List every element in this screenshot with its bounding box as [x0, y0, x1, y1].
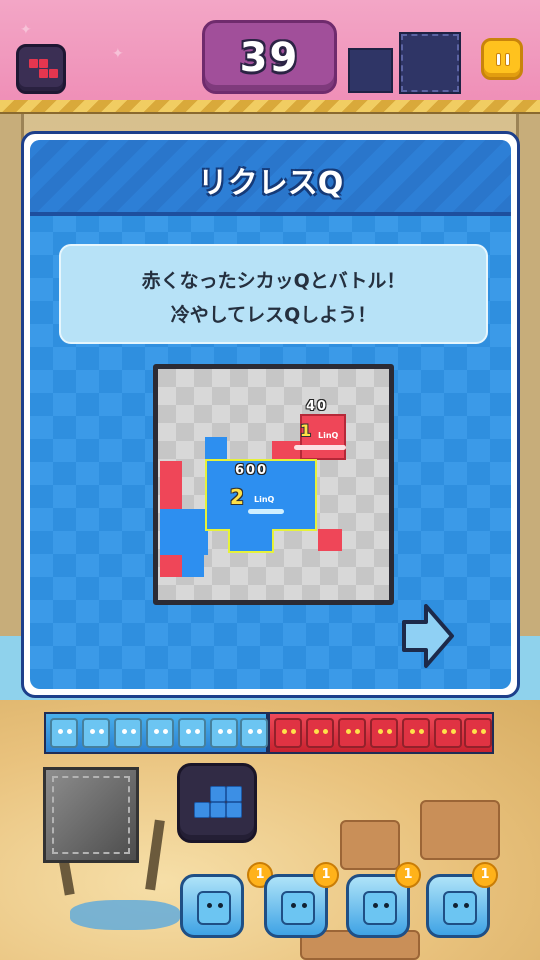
- sparkle-icon: ✦: [112, 46, 124, 62]
- character-icon: [363, 891, 397, 925]
- red-rank: 1: [300, 421, 312, 440]
- blue-gauge: [248, 509, 284, 514]
- modal-body: リクレスQ 赤くなったシカッQとバトル！ 冷やしてレスQしよう！ 600 2 L…: [30, 140, 511, 689]
- modal-header: リクレスQ: [30, 140, 511, 216]
- red-score: 40: [306, 399, 329, 414]
- piece-slot-empty: [399, 32, 461, 94]
- blue-character-icon: [178, 718, 206, 748]
- red-character-icon: [338, 718, 366, 748]
- description-box: 赤くなったシカッQとバトル！ 冷やしてレスQしよう！: [59, 244, 488, 344]
- red-gauge: [294, 445, 346, 450]
- block-cell: [29, 59, 38, 68]
- block-cell: [39, 59, 48, 68]
- character-icon: [443, 891, 477, 925]
- character-icon: [281, 891, 315, 925]
- blue-rank: 2: [230, 485, 244, 509]
- blue-character-icon: [82, 718, 110, 748]
- description-line: 赤くなったシカッQとバトル！: [141, 270, 406, 292]
- block-cell: [226, 786, 242, 802]
- red-block: [160, 555, 182, 577]
- arrow-right-icon[interactable]: [400, 602, 456, 670]
- counter-value: 39: [239, 35, 300, 81]
- red-character-icon: [402, 718, 430, 748]
- blue-character-icon: [50, 718, 78, 748]
- block-cell: [49, 69, 58, 78]
- blue-character-icon: [146, 718, 174, 748]
- hud-gold-rim: [0, 100, 540, 114]
- blue-score: 600: [235, 463, 269, 478]
- red-block: [318, 529, 342, 551]
- pause-icon: [505, 53, 510, 66]
- next-piece-box[interactable]: [177, 763, 257, 843]
- blue-character-icon: [114, 718, 142, 748]
- block-cell: [210, 802, 226, 818]
- ruin-rock: [420, 800, 500, 860]
- red-tag: LinQ: [318, 431, 339, 440]
- hold-piece-box[interactable]: [43, 767, 139, 863]
- blue-character-icon: [210, 718, 238, 748]
- red-character-icon: [306, 718, 334, 748]
- red-character-icon: [434, 718, 462, 748]
- skill-badge: 1: [395, 862, 421, 888]
- skill-badge: 1: [313, 862, 339, 888]
- block-cell: [39, 69, 48, 78]
- block-cell: [210, 786, 226, 802]
- block-cell: [226, 802, 242, 818]
- description-line: 冷やしてレスQしよう！: [170, 304, 377, 326]
- piece-slot: [348, 48, 393, 93]
- move-counter: 39: [202, 20, 337, 94]
- blue-character-icon: [240, 718, 268, 748]
- skill-badge: 1: [472, 862, 498, 888]
- modal-title: リクレスQ: [197, 166, 344, 201]
- water-puddle: [70, 900, 180, 930]
- skill-button-1[interactable]: [180, 874, 244, 938]
- blue-block: [228, 529, 274, 553]
- tutorial-modal: リクレスQ 赤くなったシカッQとバトル！ 冷やしてレスQしよう！ 600 2 L…: [21, 131, 520, 698]
- tetromino-icon[interactable]: [16, 44, 66, 94]
- character-icon: [197, 891, 231, 925]
- blue-block: [160, 509, 208, 555]
- sparkle-icon: ✦: [20, 22, 32, 38]
- red-character-icon: [370, 718, 398, 748]
- blue-team-bar: [44, 712, 268, 754]
- red-character-icon: [274, 718, 302, 748]
- block-cell: [194, 802, 210, 818]
- demo-board: 600 2 LinQ 40 1 LinQ: [153, 364, 394, 605]
- pause-icon: [496, 53, 501, 66]
- red-team-bar: [268, 712, 494, 754]
- blue-tag: LinQ: [254, 495, 275, 504]
- red-block: [160, 461, 182, 509]
- pause-button[interactable]: [481, 38, 523, 80]
- blue-block: [182, 555, 204, 577]
- red-character-icon: [464, 718, 492, 748]
- ruin-rock: [340, 820, 400, 870]
